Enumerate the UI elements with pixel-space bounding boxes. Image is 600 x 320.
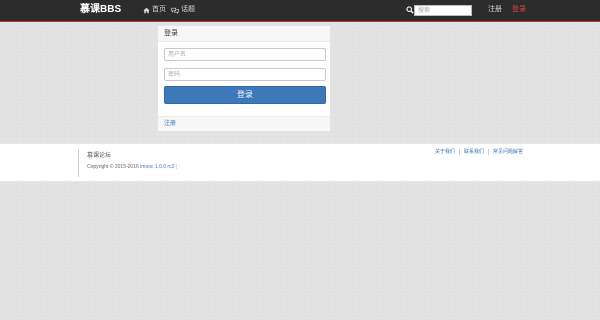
footer-site-title: 慕课论坛 (87, 153, 112, 159)
login-panel-footer: 注册 (158, 116, 330, 131)
home-icon (143, 7, 150, 13)
footer-copyright: Copyright © 2015-2016 imooc 1.0.0 rc2 | … (87, 163, 180, 171)
footer-links: 关于我们 联系我们 常见问题解答 (435, 148, 523, 156)
version-link[interactable]: imooc 1.0.0 rc2 (140, 164, 174, 170)
search-icon[interactable] (406, 6, 414, 14)
nav-home-link[interactable]: 首页 (143, 5, 166, 15)
footer-link-divider (488, 149, 490, 155)
search-input[interactable] (414, 5, 472, 16)
nav-home-label: 首页 (152, 6, 166, 13)
register-link[interactable]: 注册 (164, 120, 176, 128)
nav-login-link[interactable]: 登录 (512, 5, 526, 15)
nav-topics-link[interactable]: 话题 (171, 5, 195, 15)
login-panel-title: 登录 (158, 26, 330, 42)
nav-topics-label: 话题 (181, 6, 195, 13)
footer-link-divider (459, 149, 461, 155)
login-panel: 登录 登录 注册 (157, 25, 331, 131)
footer-divider (78, 149, 79, 177)
nav-register-link[interactable]: 注册 (488, 5, 502, 15)
password-field[interactable] (164, 68, 326, 81)
copyright-text: Copyright © 2015-2016 (87, 164, 139, 170)
site-footer: 慕课论坛 Copyright © 2015-2016 imooc 1.0.0 r… (0, 143, 600, 182)
footer-link-faq[interactable]: 常见问题解答 (493, 148, 523, 156)
chat-icon (171, 7, 179, 14)
footer-link-contact[interactable]: 联系我们 (464, 148, 484, 156)
top-navbar: 慕课BBS 首页 话题 注册 登录 (0, 0, 600, 22)
footer-link-about[interactable]: 关于我们 (435, 148, 455, 156)
username-field[interactable] (164, 48, 326, 61)
login-button[interactable]: 登录 (164, 86, 326, 104)
brand-logo[interactable]: 慕课BBS (80, 4, 121, 16)
copyright-separator: | : (175, 164, 180, 170)
